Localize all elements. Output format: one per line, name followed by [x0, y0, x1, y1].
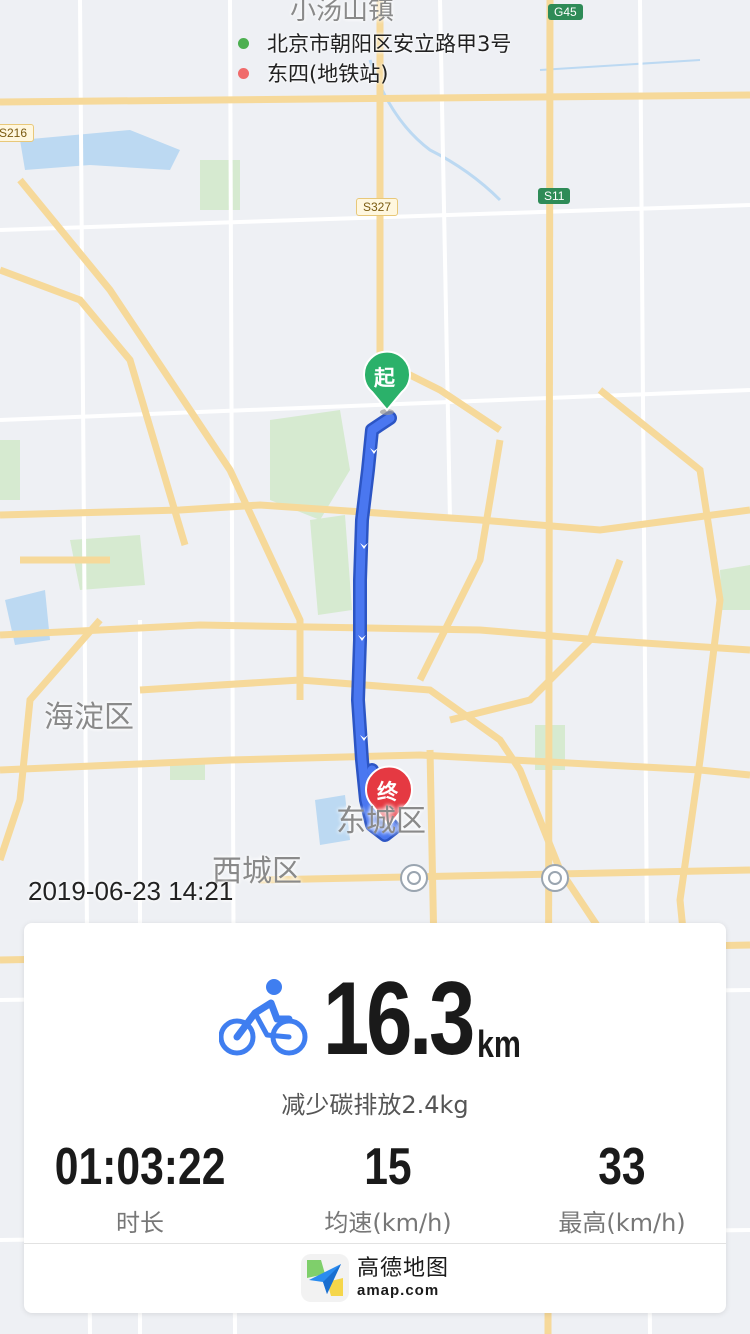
stat-duration: 01:03:22 时长 — [30, 1137, 250, 1238]
road-badge-g45: G45 — [548, 4, 583, 20]
distance-value: 16.3 — [322, 961, 475, 1077]
distance-unit: km — [476, 1024, 521, 1066]
stat-duration-value: 01:03:22 — [54, 1138, 226, 1196]
destination-dot — [238, 67, 249, 79]
brand-text: 高德地图 amap.com — [356, 1256, 449, 1299]
stat-duration-label: 时长 — [116, 1209, 164, 1237]
trip-summary-card: 16.3 km 减少碳排放2.4kg 01:03:22 时长 15 均速(km/… — [24, 923, 726, 1313]
card-divider — [24, 1243, 726, 1244]
route-endpoints: 北京市朝阳区安立路甲3号 东四(地铁站) — [238, 28, 511, 88]
road-badge-s11: S11 — [538, 188, 571, 204]
stat-max-speed-value: 33 — [598, 1138, 646, 1196]
end-marker-label: 终 — [377, 780, 398, 804]
origin-address: 北京市朝阳区安立路甲3号 — [267, 32, 512, 56]
carbon-reduction-text: 减少碳排放2.4kg — [281, 1091, 469, 1119]
origin-dot — [238, 37, 249, 49]
brand-domain: amap.com — [356, 1282, 440, 1299]
road-badge-s327: S327 — [356, 198, 399, 216]
bicycle-icon — [218, 979, 308, 1056]
amap-logo-icon — [300, 1254, 349, 1302]
road-badge-s216: S216 — [0, 124, 35, 142]
brand-footer[interactable]: 高德地图 amap.com — [24, 1253, 726, 1303]
stat-max-speed: 33 最高(km/h) — [512, 1137, 732, 1238]
destination-row: 东四(地铁站) — [238, 58, 511, 88]
destination-address: 东四(地铁站) — [267, 62, 389, 86]
trip-timestamp: 2019-06-23 14:21 — [28, 876, 234, 906]
stat-max-speed-label: 最高(km/h) — [558, 1209, 686, 1237]
stat-avg-speed: 15 均速(km/h) — [278, 1137, 498, 1238]
stat-avg-speed-label: 均速(km/h) — [324, 1209, 452, 1237]
stat-avg-speed-value: 15 — [364, 1138, 412, 1196]
distance-row: 16.3 km — [24, 961, 726, 1077]
start-marker-label: 起 — [374, 366, 395, 390]
map-label-town: 小汤山镇 — [290, 0, 395, 26]
map-label-haidian: 海淀区 — [44, 700, 134, 735]
trip-stats: 01:03:22 时长 15 均速(km/h) 33 最高(km/h) — [24, 1137, 726, 1237]
brand-name: 高德地图 — [356, 1256, 449, 1281]
origin-row: 北京市朝阳区安立路甲3号 — [238, 28, 511, 58]
